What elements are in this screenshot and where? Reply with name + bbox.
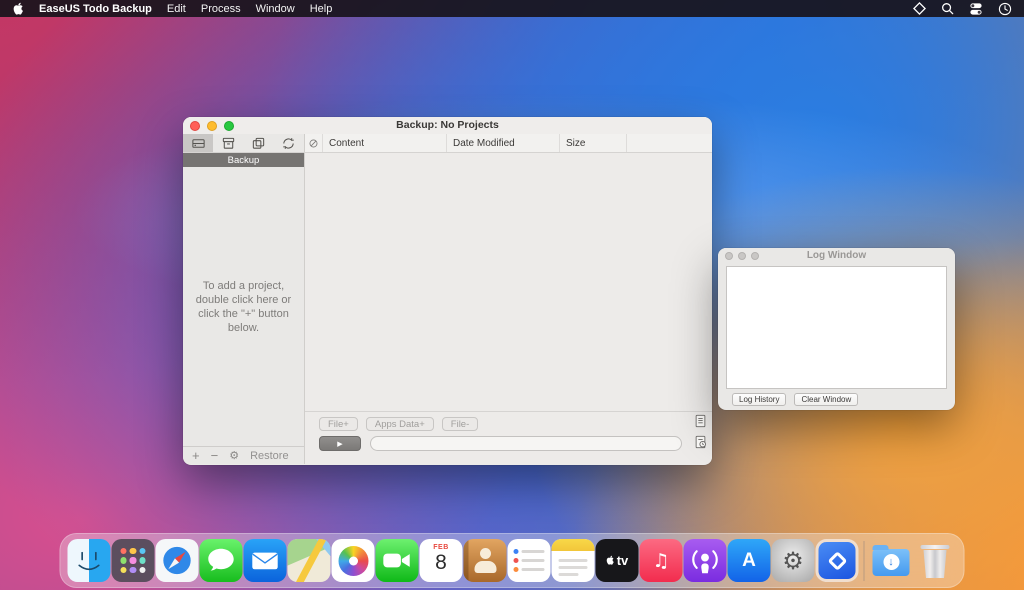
- menu-process[interactable]: Process: [201, 3, 241, 15]
- menu-app-name[interactable]: EaseUS Todo Backup: [39, 3, 152, 15]
- clock-icon[interactable]: [998, 2, 1012, 16]
- download-arrow-icon: ↓: [883, 554, 899, 570]
- backup-mode-icon[interactable]: [183, 134, 213, 152]
- add-project-hint[interactable]: To add a project, double click here or c…: [183, 167, 304, 446]
- archive-mode-icon[interactable]: [213, 134, 243, 152]
- history-document-icon[interactable]: [694, 435, 707, 454]
- add-project-button[interactable]: +: [192, 449, 200, 462]
- clone-mode-icon[interactable]: [244, 134, 274, 152]
- column-content[interactable]: Content: [323, 134, 447, 152]
- calendar-dock-icon[interactable]: FEB 8: [420, 539, 463, 582]
- calendar-month: FEB: [420, 544, 463, 551]
- log-history-button[interactable]: Log History: [732, 393, 786, 406]
- desktop: EaseUS Todo Backup Edit Process Window H…: [0, 0, 1024, 590]
- mail-dock-icon[interactable]: [244, 539, 287, 582]
- menu-bar: EaseUS Todo Backup Edit Process Window H…: [0, 0, 1024, 17]
- projects-sidebar: Backup To add a project, double click he…: [183, 153, 305, 464]
- filter-icon[interactable]: [305, 134, 323, 152]
- close-button[interactable]: [190, 121, 200, 131]
- start-backup-button[interactable]: ▶: [319, 436, 361, 451]
- easeus-status-icon[interactable]: [913, 2, 926, 15]
- backup-window: Backup: No Projects: [183, 117, 712, 465]
- dock-separator: [864, 541, 865, 581]
- apple-tv-label: tv: [617, 553, 629, 568]
- safari-dock-icon[interactable]: [156, 539, 199, 582]
- launchpad-dock-icon[interactable]: [112, 539, 155, 582]
- easeus-todo-backup-dock-icon[interactable]: [816, 539, 859, 582]
- log-document-icon[interactable]: [694, 414, 707, 433]
- bottom-panel: File+ Apps Data+ File- ▶: [305, 411, 712, 464]
- apps-data-plus-button[interactable]: Apps Data+: [366, 417, 434, 431]
- column-spacer: [627, 134, 712, 152]
- log-close-button[interactable]: [725, 252, 733, 260]
- toolbar: Content Date Modified Size: [183, 134, 712, 153]
- control-center-icon[interactable]: [969, 2, 983, 16]
- restore-button[interactable]: Restore: [250, 450, 289, 462]
- sidebar-header: Backup: [183, 153, 304, 167]
- app-store-letter: A: [742, 550, 756, 572]
- project-settings-gear-icon[interactable]: ⚙: [229, 449, 239, 462]
- menu-help[interactable]: Help: [310, 3, 333, 15]
- file-list-area[interactable]: [305, 153, 712, 411]
- easeus-diamond-icon: [827, 551, 847, 571]
- dock: FEB 8 tv ♫: [60, 533, 965, 588]
- zoom-button[interactable]: [224, 121, 234, 131]
- messages-dock-icon[interactable]: [200, 539, 243, 582]
- window-title: Backup: No Projects: [183, 117, 712, 134]
- backup-content-area: File+ Apps Data+ File- ▶: [305, 153, 712, 464]
- log-zoom-button[interactable]: [751, 252, 759, 260]
- log-window: Log Window Log History Clear Window: [718, 248, 955, 410]
- menu-edit[interactable]: Edit: [167, 3, 186, 15]
- minimize-button[interactable]: [207, 121, 217, 131]
- calendar-day: 8: [420, 551, 463, 574]
- finder-dock-icon[interactable]: [68, 539, 111, 582]
- apple-menu-icon[interactable]: [12, 2, 24, 16]
- file-minus-button[interactable]: File-: [442, 417, 478, 431]
- file-plus-button[interactable]: File+: [319, 417, 358, 431]
- mode-tabstrip: [183, 134, 305, 152]
- column-date-modified[interactable]: Date Modified: [447, 134, 560, 152]
- reminders-dock-icon[interactable]: [508, 539, 551, 582]
- column-size[interactable]: Size: [560, 134, 627, 152]
- spotlight-search-icon[interactable]: [941, 2, 954, 15]
- menu-window[interactable]: Window: [256, 3, 295, 15]
- app-store-dock-icon[interactable]: A: [728, 539, 771, 582]
- gear-icon: ⚙: [782, 547, 804, 575]
- maps-dock-icon[interactable]: [288, 539, 331, 582]
- backup-window-titlebar[interactable]: Backup: No Projects: [183, 117, 712, 134]
- file-table-header: Content Date Modified Size: [305, 134, 712, 152]
- podcasts-dock-icon[interactable]: [684, 539, 727, 582]
- downloads-dock-icon[interactable]: ↓: [870, 539, 913, 582]
- clear-window-button[interactable]: Clear Window: [794, 393, 858, 406]
- log-content-area: [726, 266, 947, 389]
- log-window-titlebar[interactable]: Log Window: [718, 248, 955, 264]
- contacts-dock-icon[interactable]: [464, 539, 507, 582]
- log-minimize-button[interactable]: [738, 252, 746, 260]
- notes-dock-icon[interactable]: [552, 539, 595, 582]
- trash-dock-icon[interactable]: [914, 539, 957, 582]
- apple-tv-dock-icon[interactable]: tv: [596, 539, 639, 582]
- sync-mode-icon[interactable]: [274, 134, 304, 152]
- system-preferences-dock-icon[interactable]: ⚙: [772, 539, 815, 582]
- remove-project-button[interactable]: −: [211, 449, 219, 462]
- photos-dock-icon[interactable]: [332, 539, 375, 582]
- progress-bar: [370, 436, 682, 451]
- sidebar-footer: + − ⚙ Restore: [183, 446, 304, 464]
- facetime-dock-icon[interactable]: [376, 539, 419, 582]
- music-dock-icon[interactable]: ♫: [640, 539, 683, 582]
